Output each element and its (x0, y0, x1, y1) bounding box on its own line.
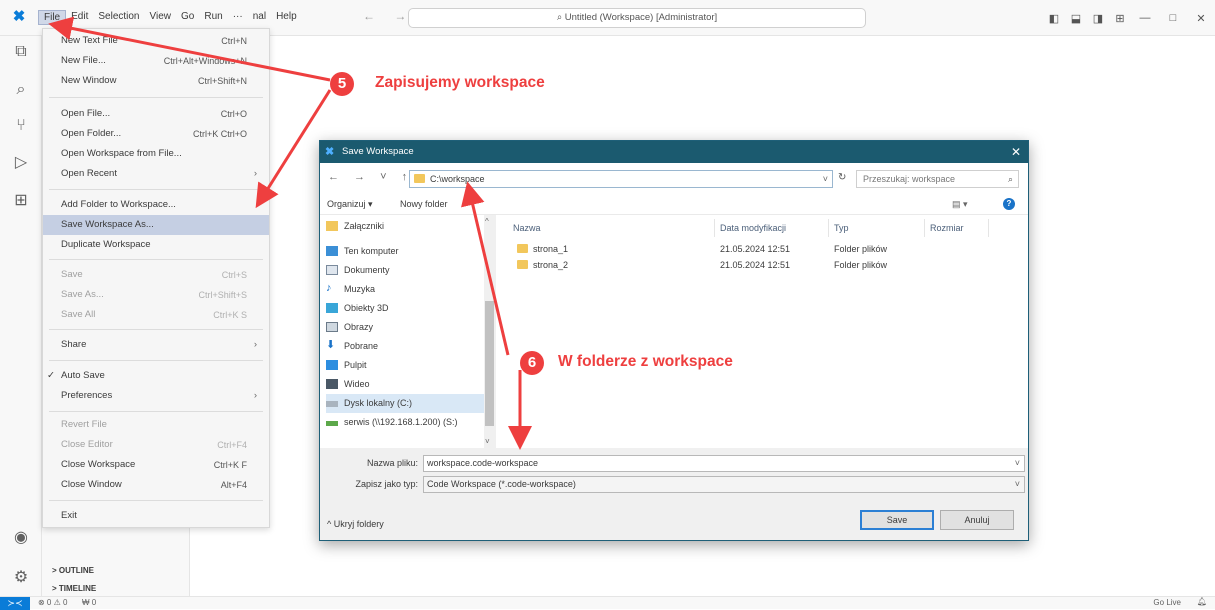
step-5-caption: Zapisujemy workspace (375, 74, 545, 91)
step-5-badge: 5 (330, 72, 354, 96)
arrow-to-address-bar (461, 181, 510, 356)
step-6-caption: W folderze z workspace (558, 353, 733, 370)
arrow-to-file-menu (48, 16, 331, 82)
annotation-arrows (48, 16, 532, 450)
step-6-badge: 6 (520, 351, 544, 375)
arrow-to-save-workspace-as (255, 89, 332, 209)
